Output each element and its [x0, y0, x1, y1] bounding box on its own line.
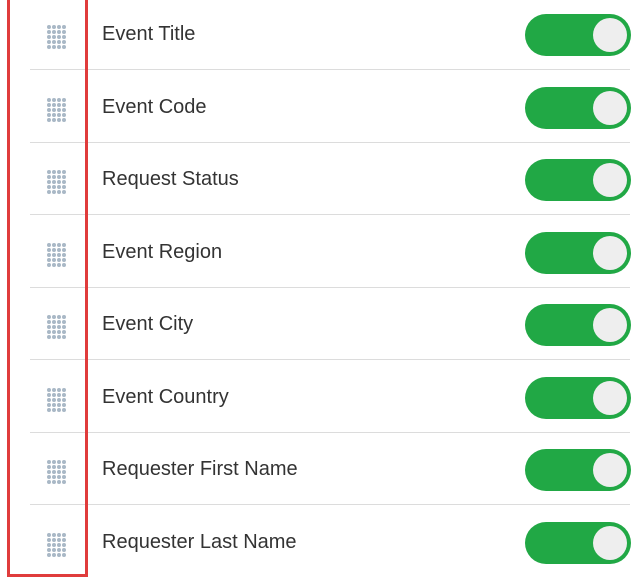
field-row: Event Region	[0, 216, 642, 288]
field-row: Requester Last Name	[0, 506, 642, 578]
field-label: Event Code	[102, 95, 207, 118]
toggle-knob	[593, 235, 627, 270]
field-row: Event City	[0, 288, 642, 360]
field-row: Event Title	[0, 0, 642, 70]
visibility-toggle[interactable]	[525, 376, 631, 419]
field-label: Event Region	[102, 240, 223, 263]
visibility-toggle[interactable]	[525, 14, 631, 56]
field-row: Request Status	[0, 143, 642, 215]
toggle-knob	[593, 453, 627, 487]
drag-handle-icon[interactable]	[40, 97, 74, 123]
toggle-knob	[593, 90, 627, 125]
field-row: Event Country	[0, 361, 642, 433]
field-label: Event Title	[102, 23, 196, 45]
visibility-toggle[interactable]	[525, 231, 631, 274]
drag-handle-icon[interactable]	[40, 242, 74, 268]
field-label: Request Status	[102, 168, 239, 190]
field-row: Event Code	[0, 71, 642, 143]
visibility-toggle[interactable]	[525, 86, 631, 129]
field-row: Requester First Name	[0, 433, 642, 505]
drag-handle-icon[interactable]	[40, 169, 74, 195]
toggle-knob	[593, 308, 627, 342]
toggle-knob	[593, 163, 627, 197]
drag-handle-icon[interactable]	[40, 387, 74, 413]
field-label: Requester First Name	[102, 458, 298, 480]
visibility-toggle[interactable]	[525, 159, 631, 201]
drag-handle-icon[interactable]	[40, 459, 74, 485]
visibility-toggle[interactable]	[525, 449, 631, 491]
drag-handle-icon[interactable]	[40, 24, 74, 50]
field-label: Requester Last Name	[102, 530, 297, 553]
drag-handle-icon[interactable]	[40, 532, 74, 558]
toggle-knob	[593, 525, 627, 560]
toggle-knob	[593, 380, 627, 415]
visibility-toggle[interactable]	[525, 521, 631, 564]
drag-handle-icon[interactable]	[40, 314, 74, 340]
toggle-knob	[593, 18, 627, 52]
field-label: Event City	[102, 313, 194, 335]
field-label: Event Country	[102, 385, 229, 408]
visibility-toggle[interactable]	[525, 304, 631, 346]
